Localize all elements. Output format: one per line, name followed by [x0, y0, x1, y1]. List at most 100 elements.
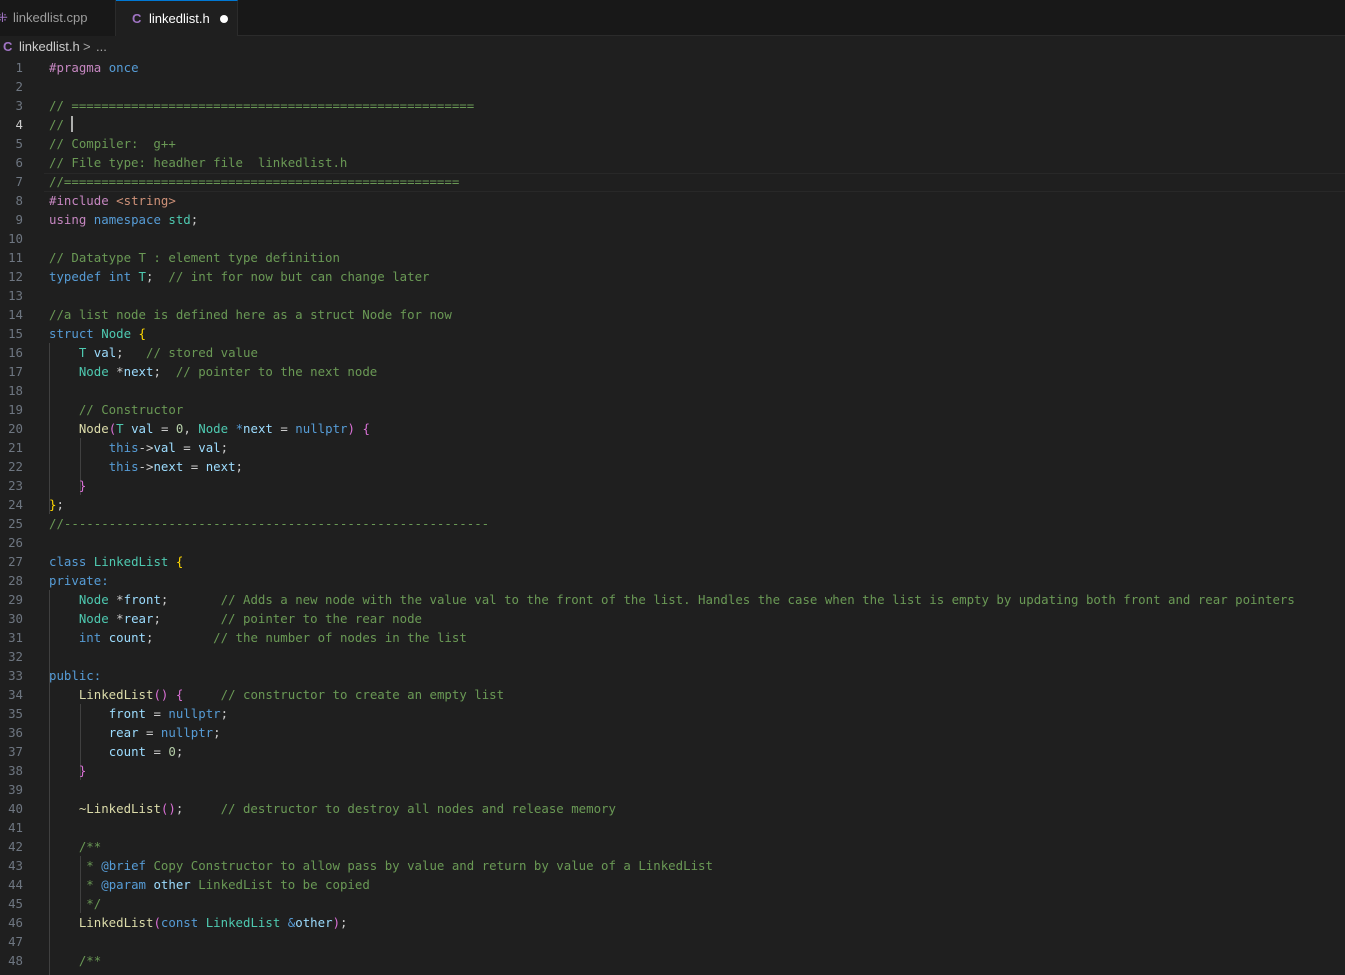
- code-line[interactable]: 41: [0, 818, 1345, 837]
- line-code: }: [49, 761, 86, 780]
- code-token: next: [123, 364, 154, 379]
- breadcrumb-file[interactable]: linkedlist.h: [19, 37, 80, 57]
- code-line[interactable]: 25 //------------------------------------…: [0, 514, 1345, 533]
- line-code: typedef int T; // int for now but can ch…: [49, 267, 430, 286]
- code-line[interactable]: 35 front = nullptr;: [0, 704, 1345, 723]
- code-token: int: [108, 269, 132, 284]
- code-line[interactable]: 42 /**: [0, 837, 1345, 856]
- line-code: T val; // stored value: [49, 343, 258, 362]
- breadcrumb-symbols[interactable]: ...: [96, 37, 107, 57]
- code-line[interactable]: 45 */: [0, 894, 1345, 913]
- line-number: 24: [8, 497, 23, 512]
- code-line[interactable]: 20 Node(T val = 0, Node *next = nullptr)…: [0, 419, 1345, 438]
- code-line[interactable]: 10: [0, 229, 1345, 248]
- code-line[interactable]: 26: [0, 533, 1345, 552]
- code-line[interactable]: 39: [0, 780, 1345, 799]
- code-line[interactable]: 31 int count; // the number of nodes in …: [0, 628, 1345, 647]
- code-line[interactable]: 3 // ====================================…: [0, 96, 1345, 115]
- code-line[interactable]: 17 Node *next; // pointer to the next no…: [0, 362, 1345, 381]
- code-line[interactable]: 13: [0, 286, 1345, 305]
- code-line[interactable]: 40 ~LinkedList(); // destructor to destr…: [0, 799, 1345, 818]
- code-token: other: [153, 877, 191, 892]
- code-line[interactable]: 36 rear = nullptr;: [0, 723, 1345, 742]
- code-line[interactable]: 15 struct Node {: [0, 324, 1345, 343]
- code-line[interactable]: 33 public:: [0, 666, 1345, 685]
- line-code: using namespace std;: [49, 210, 198, 229]
- line-number: 28: [8, 573, 23, 588]
- code-line[interactable]: 1 #pragma once: [0, 58, 1345, 77]
- tab-linkedlist-h[interactable]: C linkedlist.h: [116, 0, 238, 36]
- code-line[interactable]: 47: [0, 932, 1345, 951]
- code-token: Node: [78, 592, 109, 607]
- code-line[interactable]: 29 Node *front; // Adds a new node with …: [0, 590, 1345, 609]
- code-line[interactable]: 24};: [0, 495, 1345, 514]
- code-token: // Constructor: [78, 402, 184, 417]
- code-token: ;: [116, 345, 147, 360]
- code-token: (: [153, 915, 161, 930]
- code-line[interactable]: 21 this->val = val;: [0, 438, 1345, 457]
- code-line[interactable]: 9 using namespace std;: [0, 210, 1345, 229]
- code-line[interactable]: 18: [0, 381, 1345, 400]
- code-line[interactable]: 11 // Datatype T : element type definitio…: [0, 248, 1345, 267]
- code-line[interactable]: 32: [0, 647, 1345, 666]
- code-token: =: [153, 421, 176, 436]
- line-code: Node(T val = 0, Node *next = nullptr) {: [49, 419, 370, 438]
- code-line[interactable]: 2: [0, 77, 1345, 96]
- line-code: class LinkedList {: [49, 552, 183, 571]
- code-line[interactable]: 46 LinkedList(const LinkedList &other);: [0, 913, 1345, 932]
- code-token: *: [108, 611, 124, 626]
- code-token: ;: [340, 915, 348, 930]
- code-token: // Datatype T : element type definition: [49, 250, 340, 265]
- code-token: =: [138, 725, 161, 740]
- code-line[interactable]: 23 }: [0, 476, 1345, 495]
- code-line[interactable]: 27 class LinkedList {: [0, 552, 1345, 571]
- code-line[interactable]: 22 this->next = next;: [0, 457, 1345, 476]
- line-code: // =====================================…: [49, 96, 474, 115]
- code-line[interactable]: 48 /**: [0, 951, 1345, 970]
- code-line[interactable]: 4 //: [0, 115, 1345, 134]
- code-token: ~LinkedList: [78, 801, 161, 816]
- code-token: nullptr: [160, 725, 214, 740]
- line-code: private:: [49, 571, 109, 590]
- code-token: // =====================================…: [49, 98, 475, 113]
- code-line[interactable]: 14 //a list node is defined here as a str…: [0, 305, 1345, 324]
- code-line[interactable]: 19 // Constructor: [0, 400, 1345, 419]
- code-line[interactable]: 12 typedef int T; // int for now but can …: [0, 267, 1345, 286]
- code-line[interactable]: 5 // Compiler: g++: [0, 134, 1345, 153]
- code-line[interactable]: 43 * @brief Copy Constructor to allow pa…: [0, 856, 1345, 875]
- code-token: {: [362, 421, 370, 436]
- code-token: // the number of nodes in the list: [213, 630, 467, 645]
- line-code: * @brief Copy Constructor to allow pass …: [49, 856, 713, 875]
- code-editor[interactable]: 1 #pragma once 2 3// ======================…: [0, 58, 1345, 975]
- line-number: 19: [8, 402, 23, 417]
- code-line[interactable]: 44 * @param other LinkedList to be copie…: [0, 875, 1345, 894]
- code-line[interactable]: 6 // File type: headher file linkedlist.h: [0, 153, 1345, 172]
- code-token: val: [198, 440, 221, 455]
- line-number: 40: [8, 801, 23, 816]
- line-number: 21: [8, 440, 23, 455]
- code-line[interactable]: 34 LinkedList() { // constructor to crea…: [0, 685, 1345, 704]
- tab-linkedlist-cpp[interactable]: ⁜ linkedlist.cpp: [0, 0, 116, 36]
- code-token: struct: [49, 326, 94, 341]
- unsaved-changes-dot-icon[interactable]: [220, 15, 228, 23]
- code-line[interactable]: 8 #include <string>: [0, 191, 1345, 210]
- code-token: ->: [138, 459, 154, 474]
- code-line[interactable]: 30 Node *rear; // pointer to the rear no…: [0, 609, 1345, 628]
- code-line[interactable]: 37 count = 0;: [0, 742, 1345, 761]
- line-code: rear = nullptr;: [49, 723, 221, 742]
- code-token: // pointer to the next node: [175, 364, 378, 379]
- code-line[interactable]: 7 //=====================================…: [0, 172, 1345, 191]
- code-line[interactable]: 38 }: [0, 761, 1345, 780]
- line-code: /**: [49, 951, 101, 970]
- code-line[interactable]: 16 T val; // stored value: [0, 343, 1345, 362]
- code-line[interactable]: 28 private:: [0, 571, 1345, 590]
